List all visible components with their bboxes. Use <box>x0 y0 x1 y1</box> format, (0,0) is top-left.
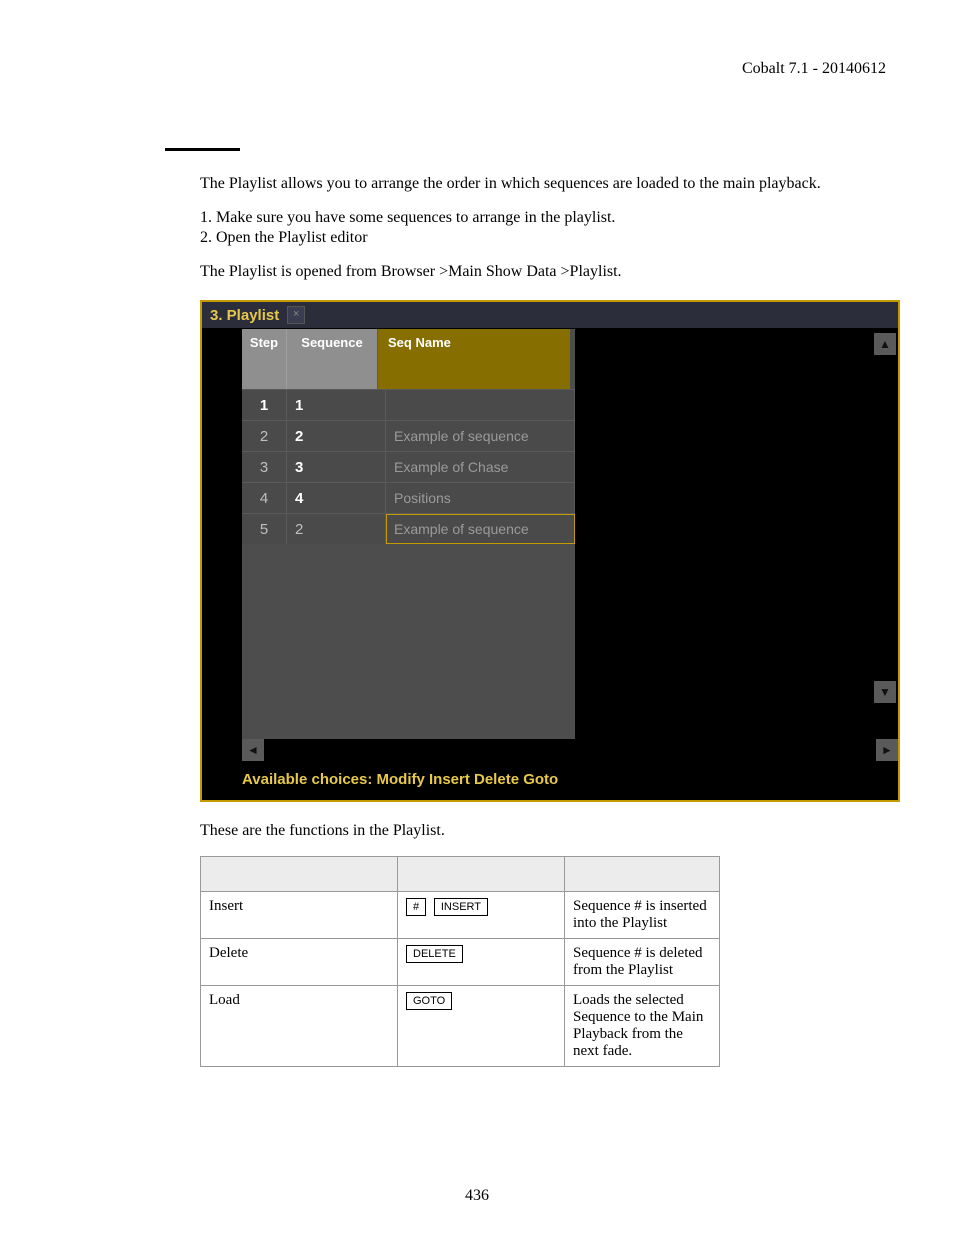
playlist-table: Step Sequence Seq Name 1 1 2 <box>242 329 575 739</box>
key-label: INSERT <box>434 898 488 916</box>
key-label: DELETE <box>406 945 463 963</box>
cell-step: 1 <box>242 390 287 420</box>
section-rule <box>165 148 240 151</box>
cell-sequence: 2 <box>287 514 386 544</box>
key-label: # <box>406 898 426 916</box>
step-item: 2. Open the Playlist editor <box>200 229 834 247</box>
vertical-scrollbar[interactable]: ▲ ▼ <box>874 333 896 703</box>
func-name: Insert <box>201 891 398 938</box>
func-keys: # INSERT <box>398 891 565 938</box>
func-row: Delete DELETE Sequence # is deleted from… <box>201 938 720 985</box>
func-name: Load <box>201 985 398 1066</box>
cell-seq-name: Positions <box>386 483 575 513</box>
table-header-row: Step Sequence Seq Name <box>242 329 575 389</box>
functions-intro: These are the functions in the Playlist. <box>200 820 834 842</box>
cell-seq-name <box>386 390 575 420</box>
intro-paragraph: The Playlist allows you to arrange the o… <box>200 173 834 195</box>
grid-right-area: ▲ ▼ <box>575 329 898 739</box>
table-row[interactable]: 1 1 <box>242 389 575 420</box>
scroll-right-icon[interactable]: ► <box>876 739 898 761</box>
playlist-editor-screenshot: 3. Playlist × Step Sequence Seq Name <box>200 300 900 802</box>
col-header-sequence: Sequence <box>287 329 378 389</box>
col-header-seq-name: Seq Name <box>378 329 570 389</box>
cell-step: 2 <box>242 421 287 451</box>
window-titlebar: 3. Playlist × <box>202 302 898 329</box>
cell-sequence: 2 <box>287 421 386 451</box>
table-row[interactable]: 2 2 Example of sequence <box>242 420 575 451</box>
table-row[interactable]: 3 3 Example of Chase <box>242 451 575 482</box>
func-desc: Loads the selected Sequence to the Main … <box>565 985 720 1066</box>
cell-step: 4 <box>242 483 287 513</box>
horizontal-scrollbar[interactable]: ◄ ► <box>202 739 898 763</box>
close-icon[interactable]: × <box>287 306 305 324</box>
cell-step: 5 <box>242 514 287 544</box>
key-label: GOTO <box>406 992 452 1010</box>
cell-sequence: 3 <box>287 452 386 482</box>
func-row: Insert # INSERT Sequence # is inserted i… <box>201 891 720 938</box>
func-col-header <box>201 856 398 891</box>
open-from-paragraph: The Playlist is opened from Browser >Mai… <box>200 261 834 283</box>
func-col-header <box>398 856 565 891</box>
func-col-header <box>565 856 720 891</box>
cell-seq-name[interactable]: Example of sequence <box>386 514 575 544</box>
cell-sequence: 4 <box>287 483 386 513</box>
func-name: Delete <box>201 938 398 985</box>
cell-sequence: 1 <box>287 390 386 420</box>
func-keys: GOTO <box>398 985 565 1066</box>
scroll-down-icon[interactable]: ▼ <box>874 681 896 703</box>
func-desc: Sequence # is inserted into the Playlist <box>565 891 720 938</box>
table-empty-area <box>242 544 575 739</box>
window-title: 3. Playlist <box>210 307 279 324</box>
col-header-step: Step <box>242 329 287 389</box>
steps-list: 1. Make sure you have some sequences to … <box>200 209 834 247</box>
func-row: Load GOTO Loads the selected Sequence to… <box>201 985 720 1066</box>
step-item: 1. Make sure you have some sequences to … <box>200 209 834 227</box>
cell-seq-name: Example of Chase <box>386 452 575 482</box>
func-keys: DELETE <box>398 938 565 985</box>
table-row[interactable]: 4 4 Positions <box>242 482 575 513</box>
cell-step: 3 <box>242 452 287 482</box>
scroll-up-icon[interactable]: ▲ <box>874 333 896 355</box>
doc-header: Cobalt 7.1 - 20140612 <box>60 60 894 78</box>
status-bar: Available choices: Modify Insert Delete … <box>202 763 898 800</box>
page-number: 436 <box>0 1187 954 1205</box>
functions-table: Insert # INSERT Sequence # is inserted i… <box>200 856 720 1067</box>
grid-left-gutter <box>202 329 242 739</box>
table-row[interactable]: 5 2 Example of sequence <box>242 513 575 544</box>
scroll-left-icon[interactable]: ◄ <box>242 739 264 761</box>
cell-seq-name: Example of sequence <box>386 421 575 451</box>
func-desc: Sequence # is deleted from the Playlist <box>565 938 720 985</box>
